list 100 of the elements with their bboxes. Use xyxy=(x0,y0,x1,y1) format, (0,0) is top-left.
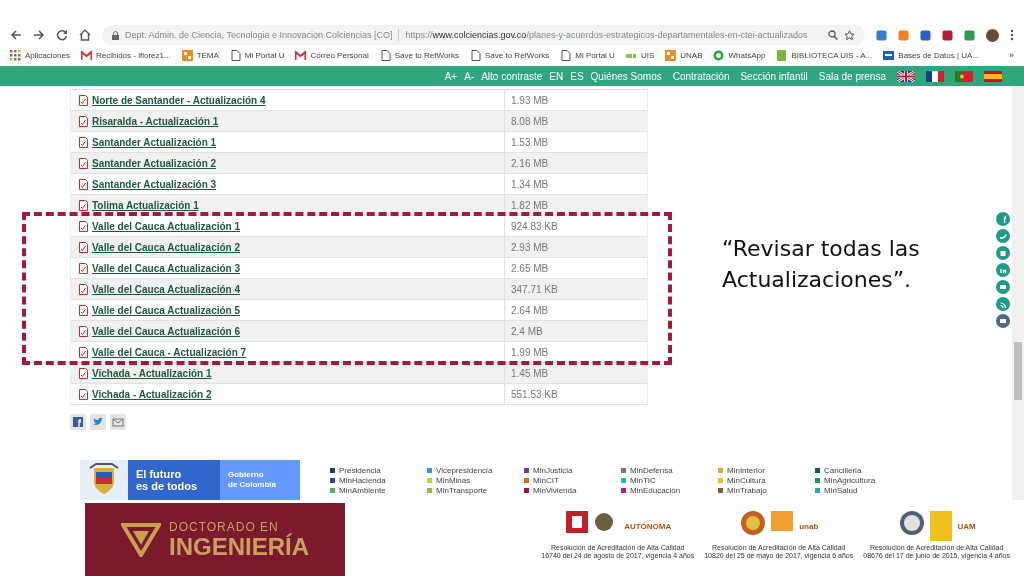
ministry-link[interactable]: MinAmbiente xyxy=(339,486,386,495)
mail-icon[interactable] xyxy=(996,280,1010,294)
file-link[interactable]: Valle del Cauca Actualización 3 xyxy=(92,262,241,274)
ministry-link[interactable]: MinCultura xyxy=(727,476,766,485)
ministry-link[interactable]: MinTIC xyxy=(630,476,656,485)
ministry-link[interactable]: MinEducación xyxy=(630,486,681,495)
university-seal-drawing xyxy=(897,511,954,541)
bookmark-link[interactable]: Mi Portal U xyxy=(229,49,285,61)
tile-icon xyxy=(181,49,193,61)
ministry-link[interactable]: MinInterior xyxy=(727,466,765,475)
reload-icon[interactable] xyxy=(56,29,68,41)
mail-share-icon[interactable] xyxy=(110,414,126,430)
extension-icon[interactable] xyxy=(942,29,953,41)
ministry-link[interactable]: Vicepresidencia xyxy=(436,466,493,475)
file-size: 8.08 MB xyxy=(511,115,549,127)
file-size: 2.65 MB xyxy=(511,262,549,274)
facebook-share-icon[interactable] xyxy=(70,414,86,430)
ministry-link[interactable]: MinSalud xyxy=(824,486,858,495)
flag-icon[interactable] xyxy=(926,70,944,82)
menu-icon[interactable] xyxy=(1010,29,1014,41)
ministry-link[interactable]: Presidencia xyxy=(339,466,381,475)
file-size: 1.93 MB xyxy=(511,94,549,106)
bookmark-link[interactable]: Save to RefWorks xyxy=(379,49,459,61)
slogan-text: es de todos xyxy=(136,480,199,492)
pdf-file-icon xyxy=(79,136,88,148)
ministry-link[interactable]: MinHacienda xyxy=(339,476,386,485)
forward-icon[interactable] xyxy=(33,29,45,41)
bookmark-link[interactable]: UIS xyxy=(625,49,655,61)
pdf-file-icon xyxy=(79,367,88,379)
extension-icon[interactable] xyxy=(920,29,931,41)
file-size: 2.64 MB xyxy=(511,304,549,316)
file-link[interactable]: Valle del Cauca Actualización 4 xyxy=(92,283,241,295)
file-link[interactable]: Santander Actualización 3 xyxy=(92,178,217,190)
file-link[interactable]: Santander Actualización 1 xyxy=(92,136,217,148)
extension-icon[interactable] xyxy=(964,29,975,41)
ministry-link[interactable]: MinAgricultura xyxy=(824,476,876,485)
star-icon[interactable] xyxy=(844,29,855,41)
program-title: INGENIERÍA xyxy=(169,533,309,560)
file-link[interactable]: Vichada - Actualización 2 xyxy=(92,388,212,400)
file-link[interactable]: Norte de Santander - Actualización 4 xyxy=(92,94,266,106)
file-link[interactable]: Tolima Actualización 1 xyxy=(92,199,199,211)
zoom-icon[interactable] xyxy=(828,30,838,40)
home-icon[interactable] xyxy=(79,29,91,41)
bookmark-link[interactable]: Mi Portal U xyxy=(560,49,615,61)
file-link[interactable]: Risaralda - Actualización 1 xyxy=(92,115,219,127)
back-icon[interactable] xyxy=(10,29,22,41)
bookmark-link[interactable]: Save to RefWorks xyxy=(470,49,550,61)
extension-icon[interactable] xyxy=(876,29,887,41)
bookmark-link[interactable]: Correo Personal xyxy=(295,49,369,61)
pdf-file-icon xyxy=(79,115,88,127)
bookmark-link[interactable]: UNAB xyxy=(665,49,703,61)
lock-icon xyxy=(112,30,119,40)
file-link[interactable]: Valle del Cauca Actualización 2 xyxy=(92,241,241,253)
page-icon xyxy=(379,49,391,61)
bookmark-link[interactable]: WhatsApp xyxy=(713,49,766,61)
rss-icon[interactable] xyxy=(996,297,1010,311)
university-name: AUTÓNOMA xyxy=(624,521,672,531)
file-size: 1.34 MB xyxy=(511,178,549,190)
twitter-share-icon[interactable] xyxy=(90,414,106,430)
linkedin-icon[interactable] xyxy=(996,263,1010,277)
scrollbar[interactable] xyxy=(1012,86,1024,500)
facebook-icon[interactable] xyxy=(996,212,1010,226)
avatar-icon[interactable] xyxy=(986,28,999,42)
bookmark-link[interactable]: Aplicaciones xyxy=(10,49,70,61)
address-bar[interactable]: Dept. Admin. de Ciencia, Tecnologia e Innovacion Colciencias [CO] https://www.colciencias.gov.co/planes-y-acuerdos-estrategicos-departamentales-en-ctei-actualizados xyxy=(102,25,865,45)
bookmark-link[interactable]: Recibidos - iflorez1... xyxy=(80,49,171,61)
file-link[interactable]: Valle del Cauca - Actualización 7 xyxy=(92,346,247,358)
file-link[interactable]: Valle del Cauca Actualización 5 xyxy=(92,304,241,316)
bookmark-link[interactable]: TEMA xyxy=(181,49,219,61)
note-text: “Revisar todas las xyxy=(722,235,920,263)
program-subtitle: DOCTORADO EN xyxy=(169,519,279,534)
bookmark-link[interactable]: Bases de Datos | UA... xyxy=(883,49,980,61)
ministry-link[interactable]: MinDefensa xyxy=(630,466,673,475)
ministry-link[interactable]: Cancilleria xyxy=(824,466,862,475)
ministry-link[interactable]: MinTransporte xyxy=(436,486,488,495)
file-link[interactable]: Valle del Cauca Actualización 1 xyxy=(92,220,241,232)
book-icon xyxy=(776,49,788,61)
pdf-file-icon xyxy=(79,346,88,358)
file-size: 1.82 MB xyxy=(511,199,549,211)
bookmark-link[interactable]: BIBLIOTECA UIS - A... xyxy=(776,49,873,61)
file-size: 2.93 MB xyxy=(511,241,549,253)
file-link[interactable]: Santander Actualización 2 xyxy=(92,157,217,169)
ministry-link[interactable]: MinVivienda xyxy=(533,486,577,495)
scrollbar-thumb[interactable] xyxy=(1014,342,1022,400)
database-icon xyxy=(883,49,895,61)
ministry-link[interactable]: MinMinas xyxy=(436,476,471,485)
page-icon xyxy=(229,49,241,61)
university-name: UAM xyxy=(957,521,976,531)
url-text: https://www.colciencias.gov.co/planes-y-acuerdos-estrategicos-departamentales-en-ctei-actualizados xyxy=(405,30,808,40)
pdf-file-icon xyxy=(79,388,88,400)
more-bookmarks-button[interactable]: » xyxy=(1009,50,1014,60)
file-size: 1.99 MB xyxy=(511,346,549,358)
file-size: 347.71 KB xyxy=(511,283,558,295)
flag-icon[interactable] xyxy=(897,70,915,82)
ministry-link[interactable]: MinCIT xyxy=(533,476,559,485)
ministry-link[interactable]: MinJusticia xyxy=(533,466,573,475)
ministry-link[interactable]: MinTrabajo xyxy=(727,486,767,495)
file-link[interactable]: Valle del Cauca Actualización 6 xyxy=(92,325,241,337)
pdf-file-icon xyxy=(79,178,88,190)
file-link[interactable]: Vichada - Actualización 1 xyxy=(92,367,212,379)
